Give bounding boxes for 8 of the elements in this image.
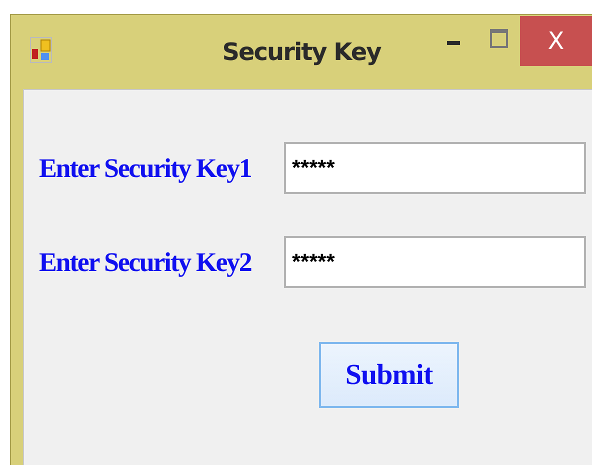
app-icon: [30, 37, 52, 63]
field-label: Enter Security Key2: [39, 246, 252, 278]
close-button[interactable]: X: [520, 16, 592, 66]
submit-button[interactable]: Submit: [319, 342, 459, 408]
field-label: Enter Security Key1: [39, 152, 252, 184]
window-title: Security Key: [222, 38, 381, 66]
input-field[interactable]: *****: [284, 236, 586, 288]
input-field[interactable]: *****: [284, 142, 586, 194]
